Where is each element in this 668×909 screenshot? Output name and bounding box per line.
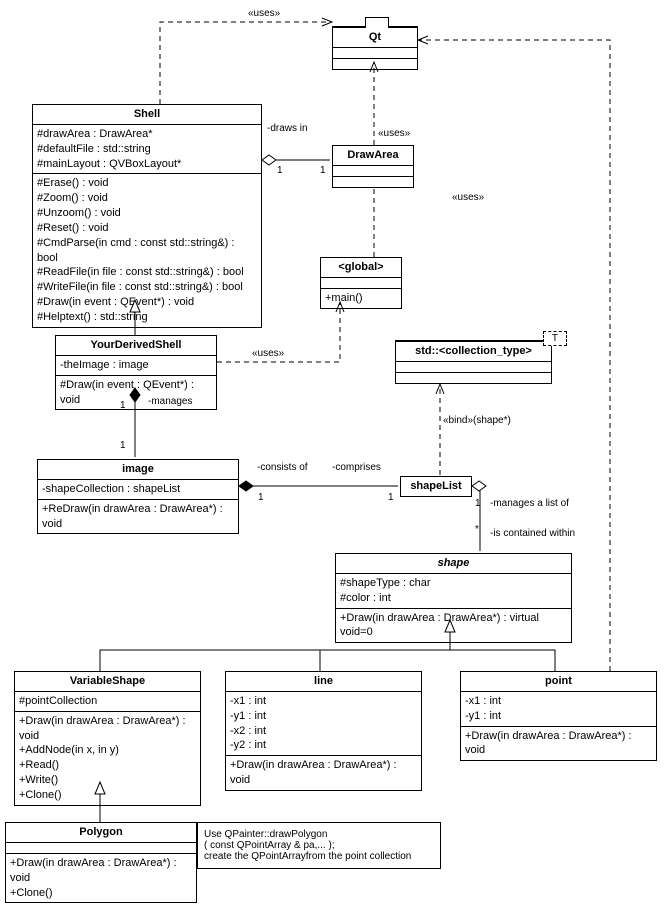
package-tab-icon <box>365 17 389 28</box>
label-star: * <box>475 524 479 535</box>
attrs: -theImage : image <box>56 355 216 375</box>
label-one: 1 <box>475 498 481 509</box>
class-shape: shape #shapeType : char#color : int +Dra… <box>335 553 572 643</box>
label-consistsof: -consists of <box>257 462 308 473</box>
class-drawarea: DrawArea <box>332 145 414 188</box>
label-uses: «uses» <box>378 128 410 139</box>
class-name: image <box>38 460 238 479</box>
attrs: -shapeCollection : shapeList <box>38 479 238 499</box>
class-name: VariableShape <box>15 672 200 691</box>
label-one: 1 <box>120 400 126 411</box>
label-one: 1 <box>120 440 126 451</box>
class-point: point -x1 : int-y1 : int +Draw(in drawAr… <box>460 671 657 761</box>
attrs: -x1 : int-y1 : int-x2 : int-y2 : int <box>226 691 421 755</box>
attrs: #shapeType : char#color : int <box>336 573 571 608</box>
label-one: 1 <box>277 165 283 176</box>
label-drawsin: -draws in <box>267 123 308 134</box>
label-uses: «uses» <box>452 192 484 203</box>
label-managesalist: -manages a list of <box>490 498 569 509</box>
class-name: <global> <box>321 258 401 277</box>
note-line: create the QPointArrayfrom the point col… <box>204 851 434 862</box>
label-containedwithin: -is contained within <box>490 528 575 539</box>
ops: +Draw(in drawArea : DrawArea*) : void <box>461 726 656 761</box>
class-variableshape: VariableShape #pointCollection +Draw(in … <box>14 671 201 806</box>
attrs: -x1 : int-y1 : int <box>461 691 656 726</box>
class-polygon: Polygon +Draw(in drawArea : DrawArea*) :… <box>5 822 197 903</box>
class-collection-type: T std::<collection_type> <box>395 340 552 384</box>
ops: +main() <box>321 288 401 308</box>
label-one: 1 <box>320 165 326 176</box>
attrs: #drawArea : DrawArea*#defaultFile : std:… <box>33 124 261 174</box>
note-fold-icon <box>431 823 440 832</box>
class-global: <global> +main() <box>320 257 402 309</box>
class-name: shapeList <box>401 477 471 496</box>
label-comprises: -comprises <box>332 462 381 473</box>
label-bind: «bind»(shape*) <box>443 415 511 426</box>
class-shapelist: shapeList <box>400 476 472 497</box>
label-one: 1 <box>258 492 264 503</box>
ops: +Draw(in drawArea : DrawArea*) : void+Ad… <box>15 711 200 805</box>
ops: +Draw(in drawArea : DrawArea*) : void <box>226 755 421 790</box>
note-line: Use QPainter::drawPolygon <box>204 829 434 840</box>
class-name: shape <box>336 554 571 573</box>
comment-note: Use QPainter::drawPolygon ( const QPoint… <box>197 822 441 869</box>
class-name: point <box>461 672 656 691</box>
label-manages: -manages <box>148 396 192 407</box>
class-name: YourDerivedShell <box>56 336 216 355</box>
class-shell: Shell #drawArea : DrawArea*#defaultFile … <box>32 104 262 328</box>
class-name: DrawArea <box>333 146 413 165</box>
class-name: Shell <box>33 105 261 124</box>
ops: +Draw(in drawArea : DrawArea*) : void+Cl… <box>6 853 196 903</box>
ops: +ReDraw(in drawArea : DrawArea*) : void <box>38 499 238 534</box>
class-name: line <box>226 672 421 691</box>
label-uses: «uses» <box>252 348 284 359</box>
label-uses: «uses» <box>248 8 280 19</box>
note-line: ( const QPointArray & pa,... ); <box>204 840 434 851</box>
class-name: Qt <box>333 27 417 47</box>
attrs: #pointCollection <box>15 691 200 711</box>
class-name: Polygon <box>6 823 196 842</box>
template-param: T <box>543 331 567 346</box>
label-one: 1 <box>388 492 394 503</box>
class-line: line -x1 : int-y1 : int-x2 : int-y2 : in… <box>225 671 422 791</box>
ops: +Draw(in drawArea : DrawArea*) : virtual… <box>336 608 571 643</box>
class-name: std::<collection_type> <box>396 341 551 361</box>
ops: #Erase() : void#Zoom() : void#Unzoom() :… <box>33 173 261 326</box>
class-image: image -shapeCollection : shapeList +ReDr… <box>37 459 239 534</box>
class-yourderivedshell: YourDerivedShell -theImage : image #Draw… <box>55 335 217 410</box>
class-qt: Qt <box>332 26 418 70</box>
